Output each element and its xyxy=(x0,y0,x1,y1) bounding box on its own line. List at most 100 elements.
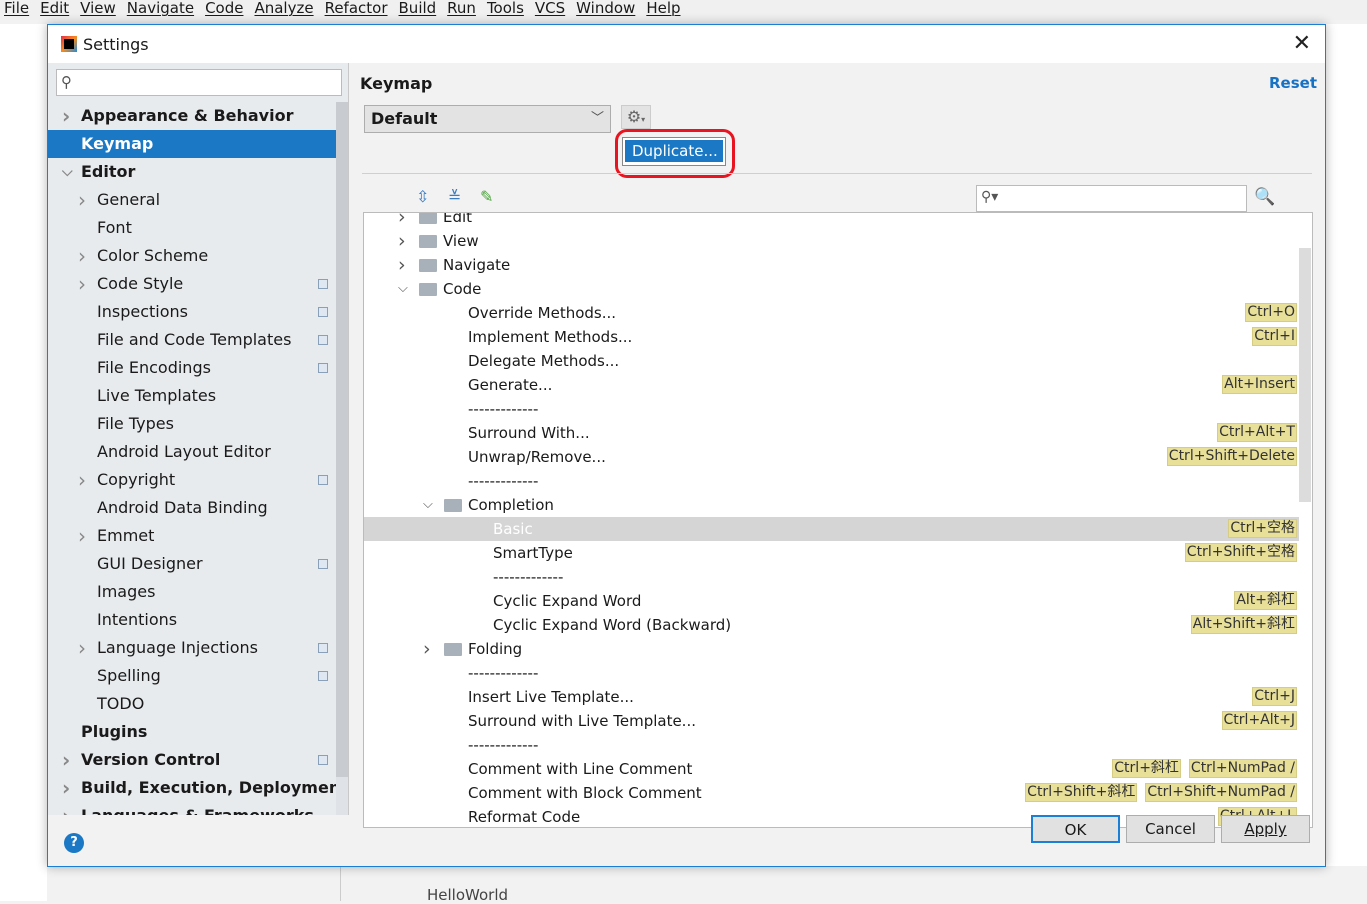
menu-code[interactable]: Code xyxy=(201,0,250,20)
sidebar-item[interactable]: TODO xyxy=(48,690,336,718)
menu-item-duplicate[interactable]: Duplicate... xyxy=(625,140,723,162)
sidebar-item[interactable]: Android Data Binding xyxy=(48,494,336,522)
keymap-tree-row[interactable]: ------------- xyxy=(364,733,1299,757)
sidebar-item[interactable]: › Language Injections xyxy=(48,634,336,662)
ok-button[interactable]: OK xyxy=(1031,815,1120,843)
sidebar-item[interactable]: File Types xyxy=(48,410,336,438)
chevron-right-icon[interactable]: › xyxy=(78,634,86,662)
menu-help[interactable]: Help xyxy=(642,0,687,20)
sidebar-item[interactable]: Android Layout Editor xyxy=(48,438,336,466)
search-options-icon[interactable]: ⚲▾ xyxy=(981,189,998,205)
keymap-search-field[interactable]: ⚲▾ xyxy=(976,185,1247,212)
close-icon[interactable]: ✕ xyxy=(1293,31,1311,56)
sidebar-item[interactable]: ⌵ Editor xyxy=(48,158,336,186)
chevron-right-icon[interactable]: › xyxy=(62,746,70,774)
menu-refactor[interactable]: Refactor xyxy=(321,0,395,20)
find-shortcut-icon[interactable]: 🔍 xyxy=(1254,187,1275,207)
chevron-right-icon[interactable]: › xyxy=(78,270,86,298)
sidebar-item[interactable]: File Encodings xyxy=(48,354,336,382)
keymap-tree-row[interactable]: Cyclic Expand Word (Backward) Alt+Shift+斜… xyxy=(364,613,1299,637)
chevron-right-icon[interactable]: › xyxy=(398,213,406,229)
editor-tab-helloworld[interactable]: HelloWorld xyxy=(427,886,508,904)
keymap-tree-row[interactable]: Surround with Live Template... Ctrl+Alt+J xyxy=(364,709,1299,733)
sidebar-item[interactable]: › Appearance & Behavior xyxy=(48,102,336,130)
chevron-right-icon[interactable]: › xyxy=(78,466,86,494)
menu-window[interactable]: Window xyxy=(572,0,642,20)
collapse-all-icon[interactable]: ≚ xyxy=(448,187,461,206)
keymap-tree-row[interactable]: Comment with Block Comment Ctrl+Shift+斜杠 C… xyxy=(364,781,1299,805)
sidebar-item[interactable]: › Copyright xyxy=(48,466,336,494)
sidebar-item[interactable]: Inspections xyxy=(48,298,336,326)
sidebar-item[interactable]: Plugins xyxy=(48,718,336,746)
sidebar-item[interactable]: Keymap xyxy=(48,130,336,158)
menu-file[interactable]: File xyxy=(0,0,36,20)
keymap-tree-row[interactable]: Delegate Methods... xyxy=(364,349,1299,373)
menu-view[interactable]: View xyxy=(76,0,123,20)
keymap-tree-row[interactable]: Implement Methods... Ctrl+I xyxy=(364,325,1299,349)
chevron-down-icon[interactable]: ⌵ xyxy=(398,277,408,301)
chevron-right-icon[interactable]: › xyxy=(62,774,70,802)
keymap-tree-row[interactable]: ⌵ Completion xyxy=(364,493,1299,517)
keymap-tree-row[interactable]: ------------- xyxy=(364,565,1299,589)
settings-search-input[interactable] xyxy=(81,72,336,93)
sidebar-item[interactable]: Live Templates xyxy=(48,382,336,410)
chevron-right-icon[interactable]: › xyxy=(398,229,406,253)
keymap-search-input[interactable] xyxy=(1007,188,1242,209)
menu-vcs[interactable]: VCS xyxy=(531,0,572,20)
menu-navigate[interactable]: Navigate xyxy=(123,0,201,20)
sidebar-item[interactable]: Font xyxy=(48,214,336,242)
reset-link[interactable]: Reset xyxy=(1269,74,1317,92)
sidebar-item[interactable]: GUI Designer xyxy=(48,550,336,578)
keymap-tree-row[interactable]: Insert Live Template... Ctrl+J xyxy=(364,685,1299,709)
chevron-right-icon[interactable]: › xyxy=(62,102,70,130)
chevron-down-icon[interactable]: ⌵ xyxy=(423,493,433,517)
keymap-tree-row[interactable]: › Navigate xyxy=(364,253,1299,277)
sidebar-scrollbar[interactable] xyxy=(336,102,348,815)
keymap-tree-row[interactable]: › Edit xyxy=(364,213,1299,229)
keymap-tree-row[interactable]: Unwrap/Remove... Ctrl+Shift+Delete xyxy=(364,445,1299,469)
keymap-tree-row[interactable]: ------------- xyxy=(364,397,1299,421)
sidebar-item[interactable]: Intentions xyxy=(48,606,336,634)
keymap-tree-scrollbar[interactable] xyxy=(1299,248,1311,502)
settings-search-field[interactable]: ⚲ xyxy=(56,69,342,96)
keymap-tree-row[interactable]: Override Methods... Ctrl+O xyxy=(364,301,1299,325)
keymap-tree-row[interactable]: ------------- xyxy=(364,469,1299,493)
sidebar-scroll-thumb[interactable] xyxy=(336,102,348,777)
edit-pencil-icon[interactable]: ✎ xyxy=(480,187,493,206)
apply-button[interactable]: Apply xyxy=(1221,815,1310,843)
sidebar-item[interactable]: › Code Style xyxy=(48,270,336,298)
keymap-tree-row[interactable]: › View xyxy=(364,229,1299,253)
keymap-tree-row[interactable]: Cyclic Expand Word Alt+斜杠 xyxy=(364,589,1299,613)
sidebar-item[interactable]: Spelling xyxy=(48,662,336,690)
keymap-tree-row[interactable]: › Folding xyxy=(364,637,1299,661)
chevron-right-icon[interactable]: › xyxy=(78,242,86,270)
keymap-tree-row[interactable]: Basic Ctrl+空格 xyxy=(364,517,1299,541)
keymap-tree-row[interactable]: Comment with Line Comment Ctrl+斜杠 Ctrl+Num… xyxy=(364,757,1299,781)
cancel-button[interactable]: Cancel xyxy=(1126,815,1215,843)
sidebar-item[interactable]: › Version Control xyxy=(48,746,336,774)
menu-edit[interactable]: Edit xyxy=(36,0,76,20)
menu-build[interactable]: Build xyxy=(395,0,444,20)
menu-tools[interactable]: Tools xyxy=(483,0,531,20)
chevron-right-icon[interactable]: › xyxy=(423,637,431,661)
sidebar-item[interactable]: › Color Scheme xyxy=(48,242,336,270)
menu-analyze[interactable]: Analyze xyxy=(250,0,320,20)
sidebar-item[interactable]: Images xyxy=(48,578,336,606)
help-icon[interactable]: ? xyxy=(64,833,84,853)
chevron-right-icon[interactable]: › xyxy=(398,253,406,277)
expand-all-icon[interactable]: ⇳ xyxy=(416,187,429,206)
menu-run[interactable]: Run xyxy=(443,0,483,20)
gear-menu-button[interactable]: ⚙▾ xyxy=(621,105,651,129)
keymap-tree-row[interactable]: Surround With... Ctrl+Alt+T xyxy=(364,421,1299,445)
keymap-tree-row[interactable]: Generate... Alt+Insert xyxy=(364,373,1299,397)
sidebar-item[interactable]: File and Code Templates xyxy=(48,326,336,354)
chevron-right-icon[interactable]: › xyxy=(78,186,86,214)
chevron-right-icon[interactable]: › xyxy=(78,522,86,550)
keymap-tree-row[interactable]: SmartType Ctrl+Shift+空格 xyxy=(364,541,1299,565)
chevron-down-icon[interactable]: ⌵ xyxy=(62,158,73,186)
chevron-right-icon[interactable]: › xyxy=(62,802,70,815)
sidebar-item[interactable]: › Emmet xyxy=(48,522,336,550)
keymap-tree-row[interactable]: ------------- xyxy=(364,661,1299,685)
sidebar-item[interactable]: › General xyxy=(48,186,336,214)
keymap-tree-row[interactable]: ⌵ Code xyxy=(364,277,1299,301)
